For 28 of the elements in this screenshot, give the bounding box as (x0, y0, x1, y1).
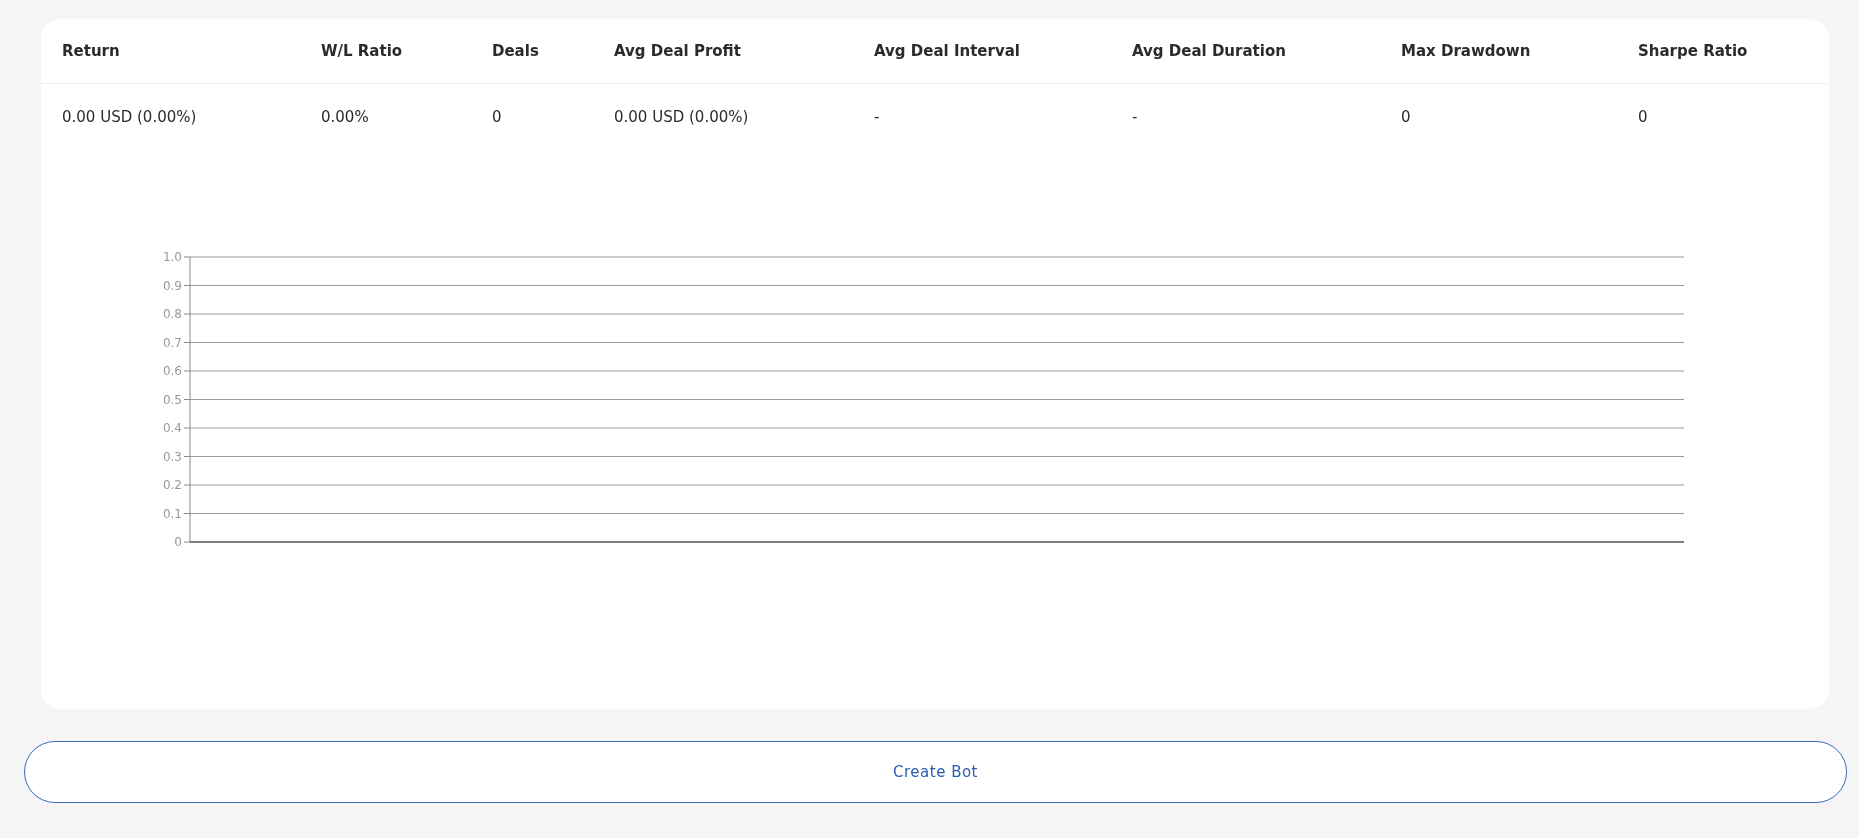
column-header: Sharpe Ratio (1638, 42, 1749, 60)
column-header: Avg Deal Duration (1132, 42, 1287, 60)
table-cell-text: 0.00 USD (0.00%) (62, 108, 198, 126)
create-bot-button[interactable]: Create Bot (24, 741, 1847, 803)
axis-tick-label: 0.2 (162, 478, 182, 492)
table-cell-text: 0 (1401, 108, 1412, 126)
table-cell-text: 0 (492, 108, 503, 126)
axis-tick-label: 0.1 (162, 506, 182, 521)
table-cell-text: 0 (1638, 108, 1649, 126)
column-header: Avg Deal Profit (614, 42, 742, 60)
axis-tick-label: 0.6 (162, 364, 182, 378)
axis-tick-label: 0.3 (162, 449, 182, 464)
table-cell-text: 0.00 USD (0.00%) (614, 108, 750, 126)
table-cell-text: - (1132, 108, 1139, 126)
axis-tick-label: 0.8 (162, 307, 182, 321)
axis-tick-label: 0.9 (162, 278, 182, 293)
axis-tick-label: 1.0 (162, 250, 182, 264)
table-cell-text: - (874, 108, 881, 126)
column-header: Avg Deal Interval (874, 42, 1021, 60)
axis-tick-label: 0.4 (162, 421, 182, 435)
table-cell-text: 0.00% (321, 108, 370, 126)
column-header: Max Drawdown (1401, 42, 1532, 60)
axis-tick-label: 0.7 (162, 335, 182, 350)
column-header: Return (62, 42, 121, 60)
axis-tick-label: 0 (174, 535, 182, 547)
column-header: Deals (492, 42, 540, 60)
column-header: W/L Ratio (321, 42, 404, 60)
axis-tick-label: 0.5 (162, 392, 182, 407)
